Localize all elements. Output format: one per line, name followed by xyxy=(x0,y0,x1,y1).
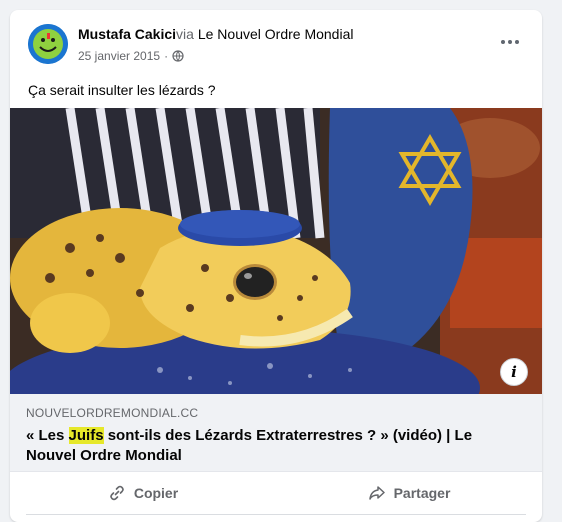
author-line: Mustafa Cakicivia Le Nouvel Ordre Mondia… xyxy=(78,26,353,42)
copy-button[interactable]: Copier xyxy=(16,476,270,510)
link-title: « Les Juifs sont-ils des Lézards Extrate… xyxy=(26,426,526,466)
post-header: Mustafa Cakicivia Le Nouvel Ordre Mondia… xyxy=(10,10,542,76)
link-preview[interactable]: NOUVELORDREMONDIAL.CC « Les Juifs sont-i… xyxy=(10,394,542,472)
meta-separator: · xyxy=(164,49,169,63)
share-label: Partager xyxy=(393,485,451,501)
highlighted-term: Juifs xyxy=(68,427,104,444)
action-bar: Copier Partager xyxy=(10,472,542,514)
author-name[interactable]: Mustafa Cakici xyxy=(78,26,176,42)
globe-icon xyxy=(172,50,184,62)
link-title-prefix: « Les xyxy=(26,427,69,444)
share-icon xyxy=(368,486,385,500)
more-dot-icon xyxy=(515,40,519,44)
link-domain: NOUVELORDREMONDIAL.CC xyxy=(26,406,199,420)
link-icon xyxy=(110,485,124,501)
copy-label: Copier xyxy=(133,485,179,501)
post-date[interactable]: 25 janvier 2015 xyxy=(78,49,160,63)
more-dot-icon xyxy=(508,40,512,44)
more-dot-icon xyxy=(501,40,505,44)
link-preview-image[interactable]: i xyxy=(10,108,542,394)
post-card: Mustafa Cakicivia Le Nouvel Ordre Mondia… xyxy=(10,10,542,522)
post-text: Ça serait insulter les lézards ? xyxy=(28,82,216,98)
share-button[interactable]: Partager xyxy=(282,476,536,510)
info-icon[interactable]: i xyxy=(500,358,528,386)
via-page-link[interactable]: Le Nouvel Ordre Mondial xyxy=(198,26,354,42)
via-label: via xyxy=(176,26,198,42)
author-avatar[interactable] xyxy=(28,24,68,64)
gecko-photo xyxy=(10,108,542,394)
more-options-button[interactable] xyxy=(492,28,528,56)
post-meta: 25 janvier 2015 · xyxy=(78,49,184,63)
divider xyxy=(26,514,526,515)
